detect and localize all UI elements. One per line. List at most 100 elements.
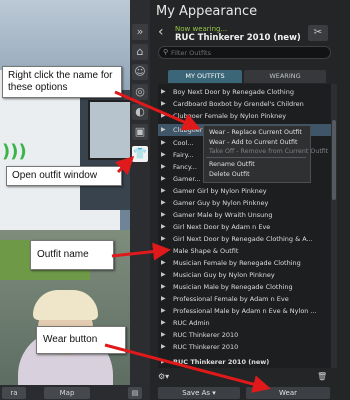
outfit-label: Musician Female by Renegade Clothing: [173, 259, 301, 267]
outfit-row[interactable]: ▶ Professional Female by Adam n Eve: [158, 293, 331, 305]
profile-icon[interactable]: ◐: [132, 104, 148, 120]
home-icon[interactable]: ⌂: [132, 44, 148, 60]
now-wearing-label: Now wearing...: [175, 25, 228, 33]
expand-triangle-icon: ▶: [161, 211, 166, 218]
outfit-row[interactable]: ▶ Girl Next Door by Adam n Eve: [158, 221, 331, 233]
callout-outfit-name: Outfit name: [30, 240, 114, 270]
tab-my-outfits[interactable]: MY OUTFITS: [168, 70, 242, 83]
outfit-row[interactable]: ▶ Clubgoer Female by Nylon Pinkney: [158, 110, 331, 122]
expand-triangle-icon: ▶: [161, 100, 166, 107]
expand-triangle-icon: ▶: [161, 247, 166, 254]
voice-indicator-icon: ))): [2, 141, 27, 162]
panel-title: My Appearance: [156, 4, 258, 19]
tab-wearing[interactable]: WEARING: [244, 70, 326, 83]
expand-triangle-icon: ▶: [161, 358, 166, 365]
people-icon[interactable]: ☺: [132, 64, 148, 80]
save-as-button[interactable]: Save As ▾: [158, 387, 240, 399]
outfit-row[interactable]: ▶ RUC Thinkerer 2010: [158, 329, 331, 341]
outfit-label: RUC Thinkerer 2010: [173, 331, 239, 339]
menu-separator: [206, 157, 306, 158]
outfit-label: Boy Next Door by Renegade Clothing: [173, 88, 294, 96]
expand-triangle-icon: ▶: [161, 126, 166, 133]
expand-triangle-icon: ▶: [161, 283, 166, 290]
expand-triangle-icon: ▶: [161, 223, 166, 230]
outfit-row[interactable]: ▶ Professional Male by Adam n Eve & Nylon…: [158, 305, 331, 317]
menu-item-delete[interactable]: Delete Outfit: [209, 171, 250, 178]
outfit-row-current[interactable]: ▶ RUC Thinkerer 2010 (new): [158, 356, 331, 368]
map-button[interactable]: Map: [44, 387, 90, 399]
places-icon[interactable]: ◎: [132, 84, 148, 100]
menu-item-wear-replace[interactable]: Wear - Replace Current Outfit: [209, 129, 302, 136]
outfit-label: RUC Admin: [173, 319, 210, 327]
outfit-row[interactable]: ▶ RUC Admin: [158, 317, 331, 329]
back-arrow-icon[interactable]: ‹: [158, 24, 164, 40]
outfit-label: RUC Thinkerer 2010: [173, 343, 239, 351]
edit-outfit-tools-icon[interactable]: ✂: [308, 25, 328, 41]
outfit-label: Musician Guy by Nylon Pinkney: [173, 271, 275, 279]
outfit-label: Cool...: [173, 139, 194, 147]
wear-button[interactable]: Wear: [246, 387, 330, 399]
outfit-label: Gamer Male by Wraith Unsung: [173, 211, 273, 219]
menu-item-take-off: Take Off - Remove from Current Outfit: [209, 148, 329, 155]
outfit-row[interactable]: ▶ Boy Next Door by Renegade Clothing: [158, 86, 331, 98]
expand-triangle-icon: ▶: [161, 235, 166, 242]
bottom-button-ra[interactable]: ra: [2, 387, 26, 399]
sidebar-toolbar: [130, 0, 150, 400]
outfit-label: Gamer Girl by Nylon Pinkney: [173, 187, 267, 195]
outfit-label: Musician Male by Renegade Clothing: [173, 283, 293, 291]
outfit-label: Clubgoer Female by Nylon Pinkney: [173, 112, 287, 120]
expand-triangle-icon: ▶: [161, 319, 166, 326]
callout-right-click: Right click the name for these options: [2, 66, 122, 98]
expand-triangle-icon: ▶: [161, 271, 166, 278]
expand-triangle-icon: ▶: [161, 199, 166, 206]
scrollbar-thumb[interactable]: [332, 120, 336, 200]
outfit-row[interactable]: ▶ Musician Female by Renegade Clothing: [158, 257, 331, 269]
outfit-label: RUC Thinkerer 2010 (new): [173, 358, 270, 366]
expand-triangle-icon: ▶: [161, 343, 166, 350]
callout-open-outfit: Open outfit window: [6, 166, 122, 186]
expand-triangle-icon: ▶: [161, 112, 166, 119]
expand-triangle-icon: ▶: [161, 139, 166, 146]
outfit-row[interactable]: ▶ Girl Next Door by Renegade Clothing & A…: [158, 233, 331, 245]
outfit-label: Cardboard Boxbot by Grendel's Children: [173, 100, 304, 108]
outfit-label: Fancy...: [173, 163, 197, 171]
save-as-label: Save As: [182, 389, 211, 397]
expand-triangle-icon: ▶: [161, 259, 166, 266]
outfit-row[interactable]: ▶ RUC Thinkerer 2010: [158, 341, 331, 353]
outfit-row[interactable]: ▶ Cardboard Boxbot by Grendel's Children: [158, 98, 331, 110]
expand-triangle-icon: ▶: [161, 187, 166, 194]
outfit-label: Professional Female by Adam n Eve: [173, 295, 289, 303]
outfit-row[interactable]: ▶ Gamer Male by Wraith Unsung: [158, 209, 331, 221]
outfit-row[interactable]: ▶ Male Shape & Outfit: [158, 245, 331, 257]
mini-map-icon[interactable]: ▤: [128, 387, 142, 399]
collapse-sidebar-icon[interactable]: »: [132, 24, 148, 40]
menu-item-wear-add[interactable]: Wear - Add to Current Outfit: [209, 139, 297, 146]
outfit-row[interactable]: ▶ Gamer Girl by Nylon Pinkney: [158, 185, 331, 197]
expand-triangle-icon: ▶: [161, 151, 166, 158]
outfit-row[interactable]: ▶ Gamer Guy by Nylon Pinkney: [158, 197, 331, 209]
current-outfit-name: RUC Thinkerer 2010 (new): [175, 33, 301, 43]
menu-item-rename[interactable]: Rename Outfit: [209, 161, 255, 168]
outfit-label: Girl Next Door by Adam n Eve: [173, 223, 271, 231]
viewport-display-screen: [88, 100, 133, 160]
inventory-icon[interactable]: ▣: [132, 124, 148, 140]
expand-triangle-icon: ▶: [161, 307, 166, 314]
outfit-row[interactable]: ▶ Musician Male by Renegade Clothing: [158, 281, 331, 293]
outfit-label: Gamer...: [173, 175, 201, 183]
callout-wear-button: Wear button: [36, 326, 126, 354]
expand-triangle-icon: ▶: [161, 295, 166, 302]
expand-triangle-icon: ▶: [161, 163, 166, 170]
outfit-label: Professional Male by Adam n Eve & Nylon …: [173, 307, 317, 315]
expand-triangle-icon: ▶: [161, 331, 166, 338]
filter-placeholder: Filter Outfits: [171, 49, 211, 57]
gear-icon[interactable]: ⚙▾: [158, 371, 172, 383]
avatar-hair: [33, 290, 98, 320]
outfit-label: Fairy...: [173, 151, 194, 159]
outfit-label: Gamer Guy by Nylon Pinkney: [173, 199, 269, 207]
outfit-row[interactable]: ▶ Musician Guy by Nylon Pinkney: [158, 269, 331, 281]
trash-icon[interactable]: 🗑: [317, 371, 329, 383]
expand-triangle-icon: ▶: [161, 88, 166, 95]
search-icon: ⚲: [163, 48, 169, 56]
appearance-tshirt-icon[interactable]: 👕: [132, 146, 148, 162]
outfit-label: Girl Next Door by Renegade Clothing & A.…: [173, 235, 313, 243]
